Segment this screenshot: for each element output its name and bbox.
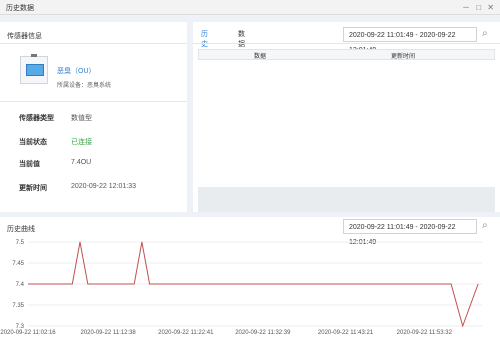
- chart-x-tick-label: 2020-09-22 11:32:39: [235, 330, 291, 336]
- chart-y-tick-label: 7.45: [12, 261, 24, 267]
- chart-x-tick-label: 2020-09-22 11:53:32: [397, 330, 453, 336]
- chart-x-tick-label: 2020-09-22 11:22:41: [158, 330, 214, 336]
- chart-y-tick-label: 7.35: [12, 303, 24, 309]
- chart-x-tick-label: 2020-09-22 11:12:38: [80, 330, 136, 336]
- history-line-chart: 7.57.457.47.357.3 2020-09-22 11:02:16 202…: [0, 240, 482, 336]
- history-line-series: [28, 241, 479, 328]
- chart-y-ticks: 7.57.457.47.357.3: [12, 240, 24, 330]
- chart-x-tick-label: 2020-09-22 11:43:21: [318, 330, 374, 336]
- chart-x-ticks: 2020-09-22 11:02:16 2020-09-22 11:12:38 20…: [0, 330, 452, 336]
- chart-y-tick-label: 7.4: [16, 282, 25, 288]
- chart-y-tick-label: 7.5: [16, 240, 25, 246]
- chart-x-tick-label: 2020-09-22 11:02:16: [0, 330, 56, 336]
